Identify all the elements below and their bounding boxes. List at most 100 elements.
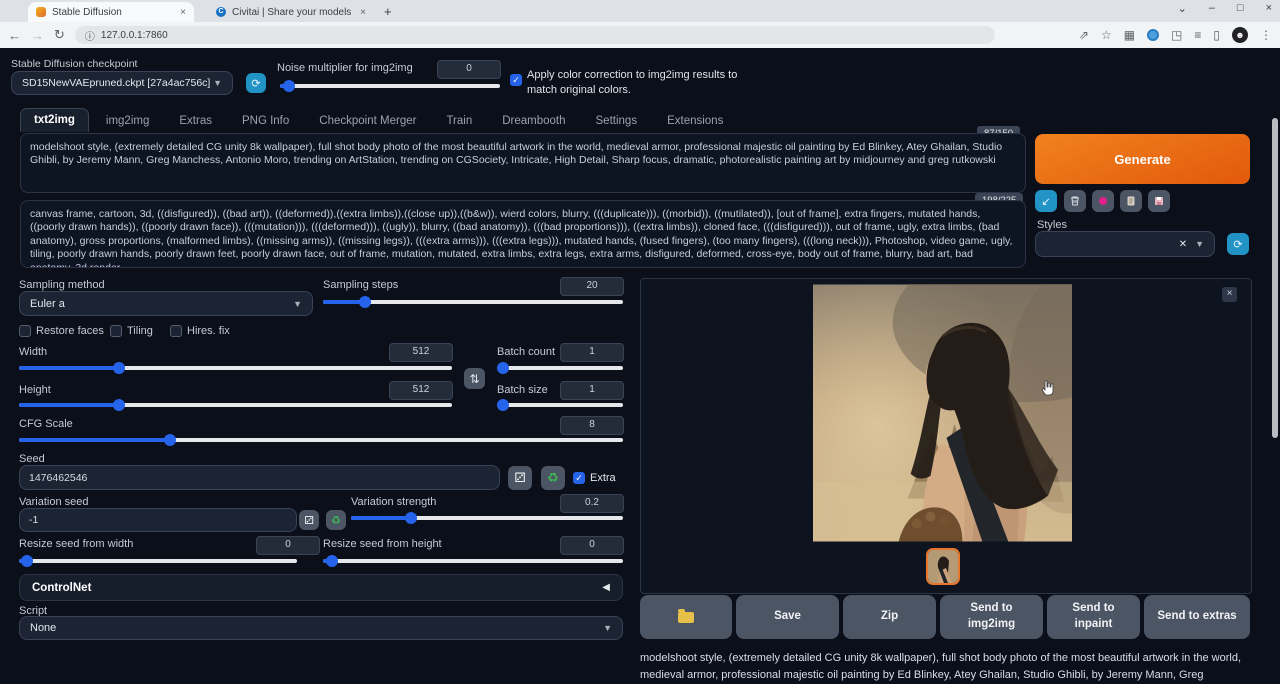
sampling-method-dropdown[interactable]: Euler a ▼ <box>19 291 313 316</box>
bookmark-star-icon[interactable]: ☆ <box>1101 28 1112 42</box>
variation-seed-input[interactable]: -1 <box>19 508 297 532</box>
window-chevron-icon[interactable]: ⌄ <box>1178 2 1187 15</box>
chevron-down-icon: ▼ <box>1195 239 1204 249</box>
forward-icon[interactable]: → <box>31 28 44 43</box>
send-to-extras-button[interactable]: Send to extras <box>1144 595 1250 639</box>
tab-close-icon[interactable]: × <box>180 7 186 18</box>
refresh-styles-button[interactable]: ⟳ <box>1227 233 1249 255</box>
close-gallery-button[interactable]: × <box>1222 287 1237 302</box>
address-bar[interactable]: ⓘ 127.0.0.1:7860 <box>75 26 995 44</box>
cfg-scale-value[interactable]: 8 <box>560 416 624 435</box>
profile-avatar[interactable]: ☻ <box>1232 27 1248 43</box>
batch-count-slider[interactable] <box>497 366 623 370</box>
tab-checkpoint-merger[interactable]: Checkpoint Merger <box>306 110 429 132</box>
share-icon[interactable]: ⇗ <box>1079 28 1089 42</box>
save-button[interactable]: Save <box>736 595 839 639</box>
arrow-down-left-icon: ↙ <box>1041 195 1050 208</box>
height-value[interactable]: 512 <box>389 381 453 400</box>
save-style-button[interactable] <box>1148 190 1170 212</box>
side-panel-icon[interactable]: ▯ <box>1213 28 1220 42</box>
resize-seed-height-value[interactable]: 0 <box>560 536 624 555</box>
noise-multiplier-label: Noise multiplier for img2img <box>277 62 413 74</box>
prompt-textarea[interactable]: modelshoot style, (extremely detailed CG… <box>20 133 1026 193</box>
tab-png-info[interactable]: PNG Info <box>229 110 302 132</box>
new-tab-button[interactable]: + <box>384 4 392 19</box>
resize-seed-height-label: Resize seed from height <box>323 538 442 550</box>
width-value[interactable]: 512 <box>389 343 453 362</box>
hires-fix-checkbox[interactable] <box>170 325 182 337</box>
styles-dropdown[interactable]: ✕ ▼ <box>1035 231 1215 257</box>
cfg-scale-slider[interactable] <box>19 438 623 442</box>
reuse-variation-seed-button[interactable]: ♻ <box>326 510 346 530</box>
checkpoint-dropdown[interactable]: SD15NewVAEpruned.ckpt [27a4ac756c] ▼ <box>11 71 233 95</box>
generated-image[interactable] <box>813 284 1072 542</box>
tab-img2img[interactable]: img2img <box>93 110 162 132</box>
resize-seed-width-value[interactable]: 0 <box>256 536 320 555</box>
site-info-icon[interactable]: ⓘ <box>85 28 95 43</box>
tab-settings[interactable]: Settings <box>583 110 651 132</box>
restore-faces-checkbox[interactable] <box>19 325 31 337</box>
tab-txt2img[interactable]: txt2img <box>20 108 89 132</box>
noise-multiplier-slider[interactable] <box>280 84 500 88</box>
noise-multiplier-value[interactable]: 0 <box>437 60 501 79</box>
apply-styles-button[interactable] <box>1120 190 1142 212</box>
script-value: None <box>30 622 56 634</box>
generate-button[interactable]: Generate <box>1035 134 1250 184</box>
batch-count-value[interactable]: 1 <box>560 343 624 362</box>
variation-strength-slider[interactable] <box>351 516 623 520</box>
send-to-inpaint-button[interactable]: Send to inpaint <box>1047 595 1140 639</box>
extension-grid-icon[interactable]: ▦ <box>1124 28 1135 42</box>
tab-extras[interactable]: Extras <box>166 110 225 132</box>
tab-close-icon[interactable]: × <box>360 7 366 18</box>
zip-button[interactable]: Zip <box>843 595 936 639</box>
back-icon[interactable]: ← <box>8 28 21 43</box>
extension-blue-dot-icon[interactable] <box>1147 29 1159 41</box>
kebab-menu-icon[interactable]: ⋮ <box>1260 28 1272 42</box>
clear-prompt-button[interactable] <box>1064 190 1086 212</box>
color-correction-checkbox[interactable]: ✓ <box>510 74 522 86</box>
window-maximize-button[interactable]: □ <box>1237 2 1244 15</box>
variation-strength-value[interactable]: 0.2 <box>560 494 624 513</box>
resize-seed-width-slider[interactable] <box>19 559 297 563</box>
reload-icon[interactable]: ↻ <box>54 27 65 43</box>
reading-list-icon[interactable]: ≡ <box>1194 28 1201 42</box>
variation-strength-label: Variation strength <box>351 496 436 508</box>
clipboard-icon <box>1125 195 1137 207</box>
reuse-seed-button[interactable]: ♻ <box>541 466 565 490</box>
open-folder-button[interactable] <box>640 595 732 639</box>
random-seed-button[interactable]: ⚂ <box>508 466 532 490</box>
sampling-steps-slider[interactable] <box>323 300 623 304</box>
tab-dreambooth[interactable]: Dreambooth <box>489 110 578 132</box>
batch-size-value[interactable]: 1 <box>560 381 624 400</box>
random-variation-seed-button[interactable]: ⚂ <box>299 510 319 530</box>
window-minimize-button[interactable]: – <box>1209 2 1215 15</box>
page-scrollbar[interactable] <box>1272 118 1278 438</box>
browser-tab-stable-diffusion[interactable]: Stable Diffusion × <box>28 2 194 22</box>
seed-input[interactable]: 1476462546 <box>19 465 500 490</box>
resize-seed-height-slider[interactable] <box>323 559 623 563</box>
script-dropdown[interactable]: None ▼ <box>19 616 623 640</box>
chevron-down-icon: ▼ <box>213 78 222 88</box>
tab-train[interactable]: Train <box>433 110 485 132</box>
window-close-button[interactable]: × <box>1266 2 1272 15</box>
extensions-puzzle-icon[interactable]: ◳ <box>1171 28 1182 42</box>
tab-extensions[interactable]: Extensions <box>654 110 736 132</box>
paste-params-button[interactable]: ↙ <box>1035 190 1057 212</box>
browser-tab-civitai[interactable]: C Civitai | Share your models × <box>208 2 374 22</box>
send-to-img2img-button[interactable]: Send to img2img <box>940 595 1043 639</box>
height-slider[interactable] <box>19 403 452 407</box>
sampling-steps-value[interactable]: 20 <box>560 277 624 296</box>
reload-checkpoint-button[interactable]: ⟳ <box>246 73 266 93</box>
controlnet-label: ControlNet <box>32 582 91 594</box>
batch-size-slider[interactable] <box>497 403 623 407</box>
gallery-thumbnail[interactable] <box>926 548 960 585</box>
extra-seed-checkbox[interactable]: ✓ <box>573 472 585 484</box>
tiling-checkbox[interactable] <box>110 325 122 337</box>
extra-networks-button[interactable] <box>1092 190 1114 212</box>
swap-width-height-button[interactable]: ⇅ <box>464 368 485 389</box>
controlnet-accordion[interactable]: ControlNet ◀ <box>19 574 623 601</box>
negative-prompt-textarea[interactable]: canvas frame, cartoon, 3d, ((disfigured)… <box>20 200 1026 268</box>
clear-styles-icon[interactable]: ✕ <box>1179 239 1187 250</box>
stable-diffusion-favicon <box>36 7 46 17</box>
width-slider[interactable] <box>19 366 452 370</box>
